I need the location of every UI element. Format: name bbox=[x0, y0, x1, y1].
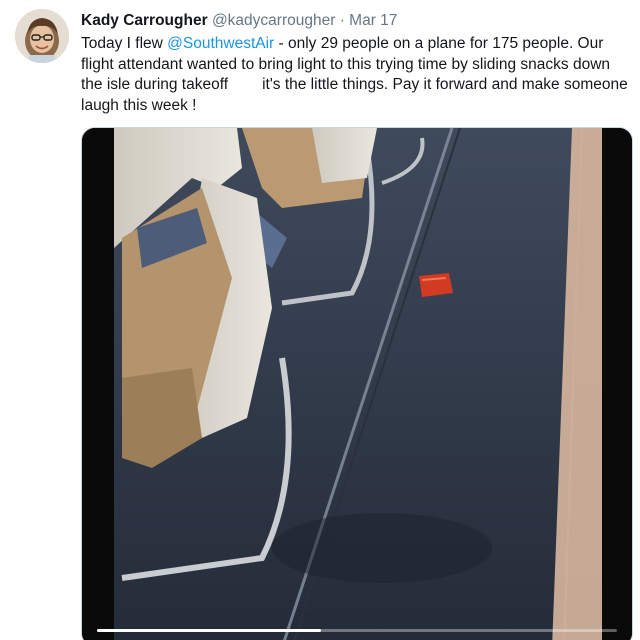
mention-link[interactable]: @SouthwestAir bbox=[167, 35, 274, 52]
tweet-card[interactable]: Kady Carrougher @kadycarrougher · Mar 17… bbox=[0, 0, 640, 640]
separator-dot: · bbox=[339, 12, 345, 29]
tweet-header: Kady Carrougher @kadycarrougher · Mar 17 bbox=[81, 11, 397, 31]
tweet-text: Today I flew @SouthwestAir - only 29 peo… bbox=[81, 34, 633, 116]
avatar-image bbox=[15, 9, 69, 63]
author-name[interactable]: Kady Carrougher bbox=[81, 12, 208, 29]
video-player[interactable] bbox=[81, 127, 633, 640]
video-progress-fill bbox=[97, 629, 321, 632]
tweet-date[interactable]: Mar 17 bbox=[349, 12, 397, 29]
video-frame bbox=[82, 128, 632, 640]
avatar[interactable] bbox=[15, 9, 69, 63]
author-handle[interactable]: @kadycarrougher bbox=[212, 12, 335, 29]
video-progress-bar[interactable] bbox=[97, 629, 617, 632]
tweet-text-part1: Today I flew bbox=[81, 35, 168, 52]
